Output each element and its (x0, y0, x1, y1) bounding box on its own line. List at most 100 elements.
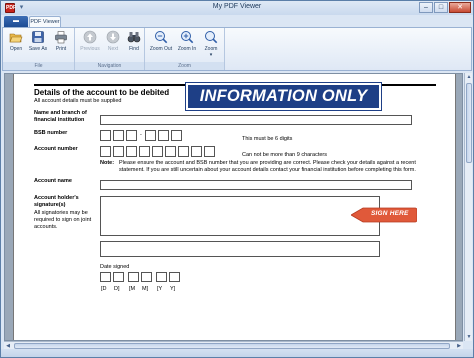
section-header: Details of the account to be debited All… (34, 88, 184, 104)
account-name-label: Account name (34, 178, 72, 184)
zoom-dropdown-button[interactable]: Zoom ▾ (200, 30, 222, 60)
pdf-viewer-window: PDF ▾ My PDF Viewer – □ ✕ ▬ PDF Viewer O… (0, 0, 474, 358)
scroll-down-icon[interactable]: ▼ (465, 333, 473, 341)
zoom-in-label: Zoom In (177, 46, 197, 52)
date-box[interactable] (156, 272, 167, 282)
date-letter: Y] (170, 286, 176, 292)
sign-here-tag: SIGN HERE (351, 207, 417, 223)
maximize-button[interactable]: □ (434, 2, 448, 13)
account-digit-box[interactable] (100, 146, 111, 157)
account-digit-box[interactable] (113, 146, 124, 157)
next-label: Next (107, 46, 119, 52)
account-digit-box[interactable] (126, 146, 137, 157)
date-letter: [Y (157, 286, 163, 292)
group-label-navigation: Navigation (75, 62, 144, 70)
zoom-in-button[interactable]: Zoom In (176, 30, 198, 60)
date-box[interactable] (169, 272, 180, 282)
group-label-file: File (3, 62, 74, 70)
close-button[interactable]: ✕ (449, 2, 471, 13)
find-button[interactable]: Find (123, 30, 145, 60)
date-box[interactable] (100, 272, 111, 282)
date-box[interactable] (113, 272, 124, 282)
open-button[interactable]: Open (5, 30, 27, 60)
title-bar: PDF ▾ My PDF Viewer – □ ✕ (1, 1, 473, 15)
ribbon: Open Save As Print File Previous Next Fi… (2, 27, 472, 71)
find-label: Find (129, 46, 139, 52)
bsb-digit-box[interactable] (100, 130, 111, 141)
tab-pdf-viewer[interactable]: PDF Viewer (29, 16, 61, 27)
zoom-in-icon (181, 31, 194, 44)
application-menu-button[interactable]: ▬ (4, 16, 28, 27)
ribbon-group-zoom: Zoom Out Zoom In Zoom ▾ Zoom (145, 28, 225, 70)
bsb-digit-box[interactable] (158, 130, 169, 141)
previous-label: Previous (80, 46, 100, 52)
account-digit-box[interactable] (178, 146, 189, 157)
zoom-out-icon (155, 31, 168, 44)
group-label-zoom: Zoom (145, 62, 224, 70)
horizontal-scrollbar[interactable]: ◀ ▶ (4, 341, 463, 349)
pdf-page: Details of the account to be debited All… (13, 74, 456, 340)
account-digit-box[interactable] (191, 146, 202, 157)
date-box[interactable] (141, 272, 152, 282)
signature-field-2[interactable] (100, 241, 380, 257)
bsb-hint: This must be 6 digits (242, 136, 293, 142)
account-digit-box[interactable] (152, 146, 163, 157)
previous-button[interactable]: Previous (77, 30, 103, 60)
account-name-field[interactable] (100, 180, 412, 190)
bsb-digit-box[interactable] (126, 130, 137, 141)
zoom-out-label: Zoom Out (149, 46, 173, 52)
ribbon-group-navigation: Previous Next Find Navigation (75, 28, 145, 70)
window-title: My PDF Viewer (212, 3, 262, 10)
sign-here-text: SIGN HERE (371, 210, 409, 217)
chevron-down-icon: ▾ (209, 52, 213, 58)
date-signed-label: Date signed (100, 264, 130, 270)
minimize-button[interactable]: – (419, 2, 433, 13)
print-label: Print (55, 46, 67, 52)
window-controls: – □ ✕ (419, 2, 471, 13)
date-letter: [M (129, 286, 136, 292)
save-disk-icon (32, 31, 44, 43)
bsb-digit-box[interactable] (171, 130, 182, 141)
account-number-label: Account number (34, 146, 78, 152)
note-label: Note: (100, 160, 115, 166)
vertical-scrollbar[interactable]: ▲ ▼ (464, 73, 472, 341)
document-viewport[interactable]: Details of the account to be debited All… (4, 73, 463, 341)
save-as-button[interactable]: Save As (27, 30, 49, 60)
date-letter: M] (142, 286, 149, 292)
zoom-out-button[interactable]: Zoom Out (147, 30, 175, 60)
institution-label: Name and branch of financial institution (34, 110, 87, 123)
signature-field-1[interactable] (100, 196, 380, 236)
status-bar (1, 349, 473, 357)
zoom-dropdown-icon (205, 31, 218, 44)
bsb-digit-box[interactable] (145, 130, 156, 141)
binoculars-icon (127, 32, 141, 43)
date-letter: D] (114, 286, 120, 292)
printer-icon (55, 31, 67, 44)
next-button[interactable]: Next (102, 30, 124, 60)
application-menu-icon: ▬ (13, 18, 19, 24)
save-as-label: Save As (28, 46, 48, 52)
bsb-digit-box[interactable] (113, 130, 124, 141)
open-folder-icon (9, 33, 23, 43)
ribbon-tab-bar: ▬ PDF Viewer (1, 15, 473, 27)
signature-label: Account holder's signature(s) (34, 195, 79, 208)
print-button[interactable]: Print (50, 30, 72, 60)
date-letter: [D (101, 286, 107, 292)
previous-arrow-icon (83, 30, 97, 44)
note-text: Please ensure the account and BSB number… (119, 160, 416, 173)
institution-field[interactable] (100, 115, 412, 125)
bsb-separator: - (140, 132, 142, 138)
account-digit-box[interactable] (139, 146, 150, 157)
next-arrow-icon (106, 30, 120, 44)
vertical-scroll-thumb[interactable] (466, 83, 472, 163)
scroll-up-icon[interactable]: ▲ (465, 73, 473, 81)
account-hint: Can not be more than 9 characters (242, 152, 327, 158)
signature-note: All signatories may be required to sign … (34, 210, 92, 230)
account-digit-box[interactable] (204, 146, 215, 157)
ribbon-group-file: Open Save As Print File (3, 28, 75, 70)
account-digit-box[interactable] (165, 146, 176, 157)
section-subtitle: All account details must be supplied (34, 98, 122, 104)
date-box[interactable] (128, 272, 139, 282)
bsb-label: BSB number (34, 130, 68, 136)
information-only-banner: INFORMATION ONLY (185, 82, 382, 111)
